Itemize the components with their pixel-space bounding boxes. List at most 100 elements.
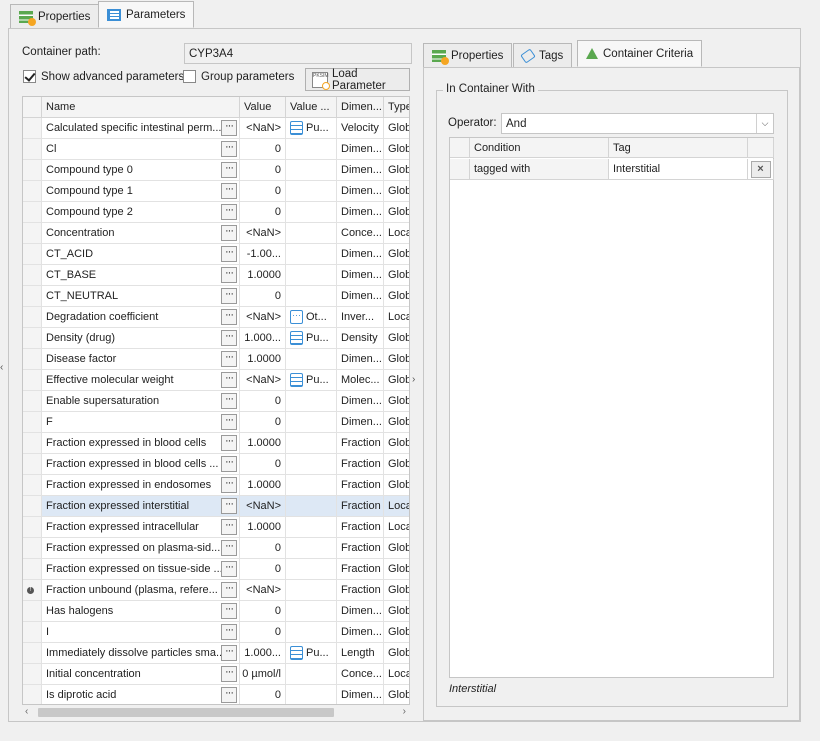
table-row[interactable]: CT_ACID-1.00... Dimen...Globa ···	[23, 244, 409, 265]
edit-parameter-button[interactable]: ···	[221, 162, 237, 178]
parameter-value-cell[interactable]: 0	[240, 685, 286, 704]
table-row[interactable]: Immediately dissolve particles sma... 1.0…	[23, 643, 409, 664]
table-row[interactable]: Compound type 00 Dimen...Globa ···	[23, 160, 409, 181]
column-header-type[interactable]: Type	[384, 97, 409, 118]
column-header-value-origin[interactable]: Value ...	[286, 97, 337, 118]
table-row[interactable]: Enable supersaturation0 Dimen...Globa ···	[23, 391, 409, 412]
right-tab-properties[interactable]: Properties	[423, 43, 513, 67]
parameter-value-cell[interactable]: 0	[240, 622, 286, 643]
edit-parameter-button[interactable]: ···	[221, 288, 237, 304]
criteria-condition-cell[interactable]: tagged with	[470, 159, 609, 180]
edit-parameter-button[interactable]: ···	[221, 225, 237, 241]
value-origin-cell[interactable]	[286, 454, 337, 475]
value-origin-cell[interactable]	[286, 538, 337, 559]
value-origin-cell[interactable]	[286, 160, 337, 181]
edit-parameter-button[interactable]: ···	[221, 666, 237, 682]
edit-parameter-button[interactable]: ···	[221, 498, 237, 514]
value-origin-cell[interactable]	[286, 601, 337, 622]
container-path-field[interactable]: CYP3A4	[184, 43, 412, 64]
table-row[interactable]: Fraction expressed on tissue-side ... 0 Fr…	[23, 559, 409, 580]
edit-parameter-button[interactable]: ···	[221, 351, 237, 367]
splitter-right-icon[interactable]: ›	[412, 374, 415, 385]
table-row[interactable]: CT_NEUTRAL0 Dimen...Globa ···	[23, 286, 409, 307]
parameter-value-cell[interactable]: 1.0000	[240, 265, 286, 286]
edit-parameter-button[interactable]: ···	[221, 372, 237, 388]
table-row[interactable]: Fraction expressed on plasma-sid... 0 Frac…	[23, 538, 409, 559]
value-origin-cell[interactable]	[286, 433, 337, 454]
parameter-value-cell[interactable]: 1.000...	[240, 328, 286, 349]
column-header-dimension[interactable]: Dimen...	[337, 97, 384, 118]
table-row[interactable]: Initial concentration 0 µmol/l Conce... Loc…	[23, 664, 409, 685]
tab-properties[interactable]: Properties	[10, 4, 100, 28]
collapse-left-icon[interactable]: ‹	[0, 362, 3, 373]
edit-parameter-button[interactable]: ···	[221, 267, 237, 283]
table-row[interactable]: Disease factor1.0000 Dimen...Globa ···	[23, 349, 409, 370]
parameter-value-cell[interactable]: <NaN>	[240, 223, 286, 244]
value-origin-cell[interactable]	[286, 475, 337, 496]
parameter-value-cell[interactable]: 0	[240, 601, 286, 622]
column-header-value[interactable]: Value	[240, 97, 286, 118]
edit-parameter-button[interactable]: ···	[221, 582, 237, 598]
table-row[interactable]: Cl0 Dimen...Globa ···	[23, 139, 409, 160]
table-row[interactable]: Fraction expressed intracellular 1.0000 Fr…	[23, 517, 409, 538]
show-advanced-checkbox[interactable]	[23, 70, 36, 83]
value-origin-cell[interactable]	[286, 391, 337, 412]
value-origin-cell[interactable]	[286, 139, 337, 160]
criteria-tag-cell[interactable]: Interstitial	[609, 159, 748, 180]
show-advanced-option[interactable]: Show advanced parameters	[23, 70, 184, 83]
parameter-value-cell[interactable]: 1.0000	[240, 475, 286, 496]
edit-parameter-button[interactable]: ···	[221, 687, 237, 703]
load-parameter-button[interactable]: PKSIM Load Parameter	[305, 68, 410, 92]
table-row[interactable]: Fraction expressed in blood cells ... 0 Fr…	[23, 454, 409, 475]
chevron-down-icon[interactable]: ⌵	[756, 114, 773, 133]
parameter-value-cell[interactable]: <NaN>	[240, 370, 286, 391]
parameter-value-cell[interactable]: <NaN>	[240, 307, 286, 328]
table-row[interactable]: Calculated specific intestinal perm... <N…	[23, 118, 409, 139]
scrollbar-thumb[interactable]	[38, 708, 334, 717]
table-row[interactable]: Has halogens0 Dimen...Globa ···	[23, 601, 409, 622]
parameter-value-cell[interactable]: 1.000...	[240, 643, 286, 664]
table-row[interactable]: ! Fraction unbound (plasma, refere... <NaN…	[23, 580, 409, 601]
parameter-value-cell[interactable]: 0	[240, 160, 286, 181]
edit-parameter-button[interactable]: ···	[221, 393, 237, 409]
value-origin-cell[interactable]	[286, 622, 337, 643]
value-origin-cell[interactable]	[286, 580, 337, 601]
value-origin-cell[interactable]: ··· Ot...	[286, 307, 337, 328]
edit-parameter-button[interactable]: ···	[221, 477, 237, 493]
parameter-value-cell[interactable]: 0	[240, 139, 286, 160]
edit-parameter-button[interactable]: ···	[221, 624, 237, 640]
table-row[interactable]: F0 Dimen...Globa ···	[23, 412, 409, 433]
parameter-value-cell[interactable]: <NaN>	[240, 118, 286, 139]
value-origin-cell[interactable]	[286, 559, 337, 580]
value-origin-cell[interactable]	[286, 496, 337, 517]
edit-parameter-button[interactable]: ···	[221, 645, 237, 661]
table-row[interactable]: Degradation coefficient <NaN> ··· Ot... Inve…	[23, 307, 409, 328]
parameter-value-cell[interactable]: 0	[240, 412, 286, 433]
table-row[interactable]: Compound type 10 Dimen...Globa ···	[23, 181, 409, 202]
tab-parameters[interactable]: Parameters	[98, 1, 195, 28]
edit-parameter-button[interactable]: ···	[221, 309, 237, 325]
value-origin-cell[interactable]	[286, 286, 337, 307]
parameter-value-cell[interactable]: 0	[240, 286, 286, 307]
value-origin-cell[interactable]: Pu...	[286, 370, 337, 391]
edit-parameter-button[interactable]: ···	[221, 183, 237, 199]
table-row[interactable]: Is diprotic acid0 Dimen...Globa ···	[23, 685, 409, 704]
operator-select[interactable]: And ⌵	[501, 113, 774, 134]
value-origin-cell[interactable]	[286, 265, 337, 286]
parameter-value-cell[interactable]: 0	[240, 202, 286, 223]
table-row[interactable]: Fraction expressed interstitial <NaN> Frac…	[23, 496, 409, 517]
value-origin-cell[interactable]	[286, 664, 337, 685]
table-row[interactable]: Compound type 20 Dimen...Globa ···	[23, 202, 409, 223]
parameter-value-cell[interactable]: 0	[240, 391, 286, 412]
edit-parameter-button[interactable]: ···	[221, 540, 237, 556]
value-origin-cell[interactable]	[286, 349, 337, 370]
right-tab-tags[interactable]: Tags	[513, 43, 573, 67]
parameter-value-cell[interactable]: <NaN>	[240, 496, 286, 517]
parameter-value-cell[interactable]: 0	[240, 454, 286, 475]
edit-parameter-button[interactable]: ···	[221, 330, 237, 346]
edit-parameter-button[interactable]: ···	[221, 204, 237, 220]
table-row[interactable]: I0 Dimen...Globa ···	[23, 622, 409, 643]
edit-parameter-button[interactable]: ···	[221, 246, 237, 262]
parameter-value-cell[interactable]: 0 µmol/l	[240, 664, 286, 685]
edit-parameter-button[interactable]: ···	[221, 435, 237, 451]
